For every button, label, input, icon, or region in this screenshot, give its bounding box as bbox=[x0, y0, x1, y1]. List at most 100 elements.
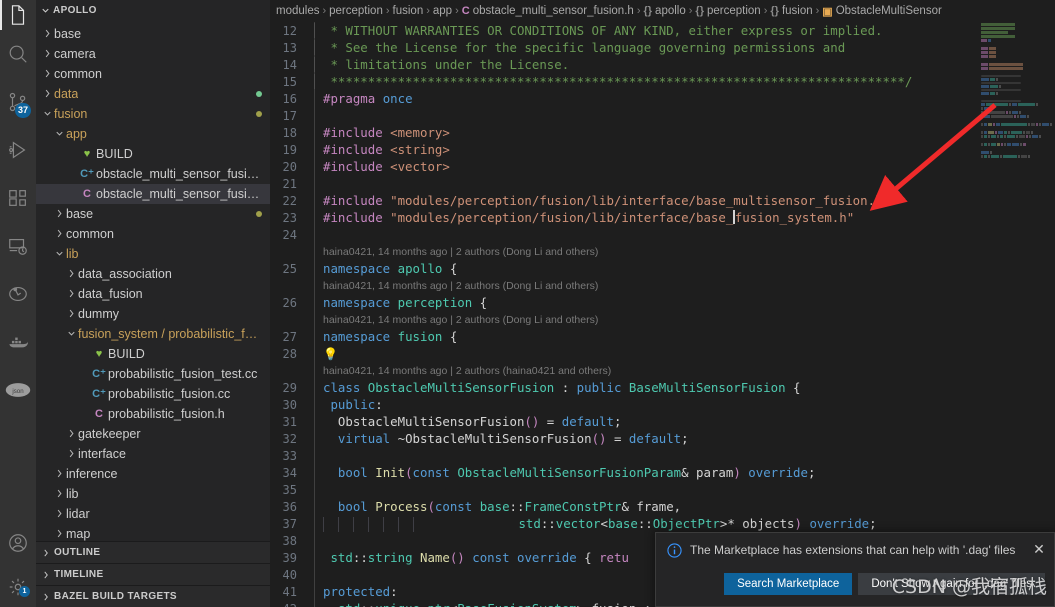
code-line: 23 #include "modules/perception/fusion/li… bbox=[270, 209, 1055, 226]
file-tree[interactable]: base camera common data fusion app ♥ BUILD C⁺ obs… bbox=[36, 21, 270, 541]
cpp-file-icon: C⁺ bbox=[92, 388, 106, 401]
tree-folder[interactable]: data_fusion bbox=[36, 284, 270, 304]
tree-folder[interactable]: inference bbox=[36, 464, 270, 484]
settings-gear-icon[interactable]: 1 bbox=[0, 567, 36, 607]
code-text: bool Process(const base::FrameConstPtr& … bbox=[314, 499, 681, 514]
code-token: & bbox=[621, 499, 637, 514]
tree-file[interactable]: C⁺ obstacle_multi_sensor_fusion.cc bbox=[36, 164, 270, 184]
breadcrumb-item[interactable]: Cobstacle_multi_sensor_fusion.h bbox=[460, 5, 636, 17]
breadcrumb-item[interactable]: ▣ ObstacleMultiSensor bbox=[820, 5, 944, 18]
tree-item-label: dummy bbox=[78, 306, 119, 321]
tree-folder[interactable]: common bbox=[36, 224, 270, 244]
tree-folder[interactable]: lib bbox=[36, 484, 270, 504]
code-token: { bbox=[472, 295, 488, 310]
breadcrumb-label: fusion bbox=[781, 5, 813, 17]
breadcrumb-item[interactable]: {} fusion bbox=[768, 5, 814, 17]
tree-folder[interactable]: lib bbox=[36, 244, 270, 264]
tree-folder[interactable]: data bbox=[36, 84, 270, 104]
breadcrumb[interactable]: modules › perception › fusion › app › Cobstacle_… bbox=[270, 0, 1055, 22]
sidebar-panel-bazel-build-targets[interactable]: BAZEL BUILD TARGETS bbox=[36, 585, 270, 607]
code-token: () bbox=[524, 414, 540, 429]
tree-file[interactable]: C⁺ probabilistic_fusion_test.cc bbox=[36, 364, 270, 384]
line-number: 14 bbox=[282, 57, 297, 72]
tree-file[interactable]: Cprobabilistic_fusion.h bbox=[36, 404, 270, 424]
minimap-line bbox=[981, 127, 1055, 130]
json-icon[interactable]: json bbox=[0, 366, 36, 414]
tree-folder[interactable]: map bbox=[36, 524, 270, 541]
code-token: "modules/perception/fusion/lib/interface… bbox=[390, 209, 734, 225]
code-line: 16 #pragma once bbox=[270, 90, 1055, 107]
bazel-heart-icon: ♥ bbox=[95, 347, 103, 360]
tree-folder[interactable]: gatekeeper bbox=[36, 424, 270, 444]
tree-folder[interactable]: app bbox=[36, 124, 270, 144]
tree-file[interactable]: ♥ BUILD bbox=[36, 344, 270, 364]
comment-bar bbox=[314, 40, 315, 55]
minimap[interactable] bbox=[977, 22, 1055, 607]
code-token: { bbox=[576, 550, 600, 565]
explorer-section-header[interactable]: APOLLO bbox=[36, 0, 270, 22]
code-token: <memory> bbox=[390, 125, 450, 140]
breadcrumb-label: perception bbox=[329, 5, 383, 17]
line-number: 15 bbox=[282, 74, 297, 89]
code-line: 31 ObstacleMultiSensorFusion() = default… bbox=[270, 413, 1055, 430]
code-token: std bbox=[330, 550, 353, 565]
code-text: bool Init(const ObstacleMultiSensorFusio… bbox=[314, 465, 816, 480]
code-token: fusion_system.h" bbox=[734, 209, 855, 225]
sidebar-panel-outline[interactable]: OUTLINE bbox=[36, 541, 270, 563]
accounts-icon[interactable] bbox=[0, 519, 36, 567]
run-debug-icon[interactable] bbox=[0, 126, 36, 174]
breadcrumb-item[interactable]: app bbox=[431, 5, 454, 17]
search-marketplace-button[interactable]: Search Marketplace bbox=[724, 573, 853, 595]
breadcrumb-item[interactable]: fusion bbox=[391, 5, 426, 17]
tree-folder[interactable]: fusion_system / probabilistic_fu… bbox=[36, 324, 270, 344]
breadcrumb-label: perception bbox=[706, 5, 761, 17]
tree-folder[interactable]: fusion bbox=[36, 104, 270, 124]
chevron-down-icon bbox=[52, 248, 66, 259]
close-icon[interactable]: ✕ bbox=[1032, 542, 1046, 556]
chevron-right-icon bbox=[40, 28, 54, 39]
tree-item-label: obstacle_multi_sensor_fusion.h bbox=[96, 186, 264, 201]
breadcrumb-item[interactable]: {} apollo bbox=[641, 5, 687, 17]
minimap-line bbox=[981, 139, 1055, 142]
tree-file[interactable]: ♥ BUILD bbox=[36, 144, 270, 164]
tree-folder[interactable]: base bbox=[36, 24, 270, 44]
remote-explorer-icon[interactable] bbox=[0, 222, 36, 270]
sidebar-item-explorer[interactable] bbox=[0, 0, 36, 30]
dont-show-again-button[interactable]: Don't Show Again for '.dag' files bbox=[858, 573, 1045, 595]
breadcrumb-item[interactable]: {} perception bbox=[693, 5, 762, 17]
tree-folder[interactable]: common bbox=[36, 64, 270, 84]
tree-folder[interactable]: dummy bbox=[36, 304, 270, 324]
minimap-line bbox=[981, 123, 1055, 126]
tree-folder[interactable]: base bbox=[36, 204, 270, 224]
breadcrumb-item[interactable]: perception bbox=[327, 5, 385, 17]
tree-folder[interactable]: camera bbox=[36, 44, 270, 64]
chevron-right-icon bbox=[52, 488, 66, 499]
tree-file[interactable]: Cobstacle_multi_sensor_fusion.h bbox=[36, 183, 270, 204]
tree-folder[interactable]: interface bbox=[36, 444, 270, 464]
lightbulb-icon[interactable]: 💡 bbox=[323, 347, 338, 361]
tree-item-label: base bbox=[54, 26, 82, 41]
sidebar-panel-timeline[interactable]: TIMELINE bbox=[36, 563, 270, 585]
tree-item-label: BUILD bbox=[96, 146, 133, 161]
tree-folder[interactable]: data_association bbox=[36, 264, 270, 284]
code-token: ~ObstacleMultiSensorFusion bbox=[397, 431, 592, 446]
testing-icon[interactable] bbox=[0, 270, 36, 318]
extensions-icon[interactable] bbox=[0, 174, 36, 222]
breadcrumb-label: app bbox=[432, 5, 453, 17]
code-line: 17 bbox=[270, 107, 1055, 124]
source-control-icon[interactable]: 37 bbox=[0, 78, 36, 126]
source-control-badge: 37 bbox=[14, 103, 31, 118]
code-token: fusion bbox=[397, 329, 443, 344]
tree-folder[interactable]: lidar bbox=[36, 504, 270, 524]
git-blame-annotation: haina0421, 14 months ago | 2 authors (Do… bbox=[270, 277, 1055, 294]
tree-file[interactable]: C⁺ probabilistic_fusion.cc bbox=[36, 384, 270, 404]
code-token: { bbox=[442, 261, 458, 276]
line-number: 21 bbox=[282, 176, 297, 191]
code-line: 18 #include <memory> bbox=[270, 124, 1055, 141]
notification-toast[interactable]: The Marketplace has extensions that can … bbox=[655, 532, 1055, 607]
search-icon[interactable] bbox=[0, 30, 36, 78]
breadcrumb-item[interactable]: modules bbox=[274, 5, 321, 17]
code-editor[interactable]: 12 * WITHOUT WARRANTIES OR CONDITIONS OF… bbox=[270, 22, 1055, 607]
docker-icon[interactable] bbox=[0, 318, 36, 366]
